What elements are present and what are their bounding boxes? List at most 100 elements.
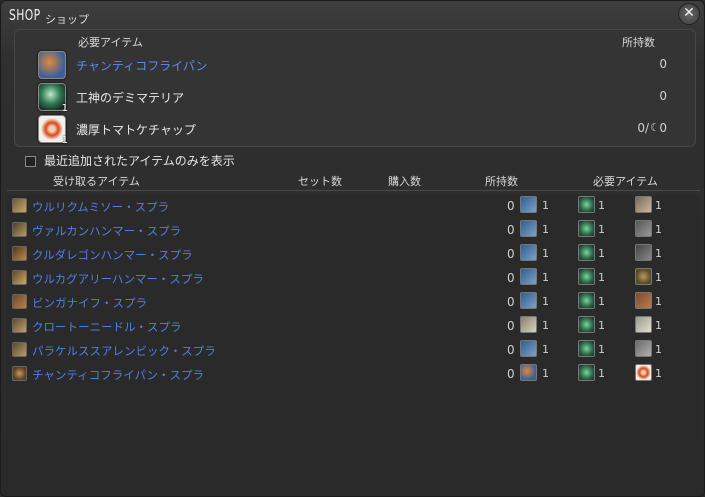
recent-filter[interactable]: 最近追加されたアイテムのみを表示 — [25, 152, 235, 169]
gear-icon — [635, 268, 652, 285]
mat-qty: 1 — [655, 295, 662, 308]
header-divider — [7, 190, 700, 191]
mat-qty: 1 — [598, 247, 605, 260]
required-item-name: 工神のデミマテリア — [76, 91, 185, 105]
column-owned: 所持数 — [485, 175, 518, 188]
mat-qty: 1 — [598, 223, 605, 236]
crafting-tool-icon — [520, 244, 537, 261]
required-item-row[interactable]: チャンティコフライパン 0 — [15, 50, 695, 80]
ketchup-icon: 1 — [38, 115, 68, 146]
materia-icon — [578, 292, 595, 309]
hammer-icon — [12, 222, 27, 237]
close-icon[interactable]: ✕ — [678, 3, 700, 25]
item-owned: 0 — [507, 223, 515, 237]
required-item-owned-hq: 0 — [659, 121, 667, 135]
required-item-qty: 1 — [61, 135, 68, 146]
crafting-tool-icon — [520, 220, 537, 237]
required-items-panel: 必要アイテム 所持数 チャンティコフライパン 0 1 工神のデミマテリア 0 1… — [14, 29, 696, 147]
list-item[interactable]: ウルリクムミソー・スプラ 0 1 1 1 — [7, 195, 700, 219]
hammer-icon — [12, 270, 27, 285]
mat-qty: 1 — [598, 271, 605, 284]
mat-qty: 1 — [542, 295, 549, 308]
recent-filter-checkbox[interactable] — [25, 156, 36, 167]
column-buy: 購入数 — [388, 175, 421, 188]
crafting-tool-icon — [520, 268, 537, 285]
item-name[interactable]: クロートーニードル・スプラ — [32, 319, 182, 335]
item-owned: 0 — [507, 247, 515, 261]
crafting-tool-icon — [520, 292, 537, 309]
item-owned: 0 — [507, 271, 515, 285]
needle-icon — [635, 316, 652, 333]
item-name[interactable]: パラケルススアレンビック・スプラ — [32, 343, 216, 359]
alembic-icon — [12, 342, 27, 357]
list-item[interactable]: クロートーニードル・スプラ 0 1 1 1 — [7, 315, 700, 339]
required-item-owned: 0 — [659, 89, 667, 103]
mat-qty: 1 — [598, 199, 605, 212]
saw-icon — [12, 198, 27, 213]
mat-qty: 1 — [598, 367, 605, 380]
list-item[interactable]: パラケルススアレンビック・スプラ 0 1 1 1 — [7, 339, 700, 363]
column-item: 受け取るアイテム — [53, 175, 140, 188]
mat-qty: 1 — [655, 343, 662, 356]
hammer-icon — [12, 246, 27, 261]
anvil-icon — [635, 244, 652, 261]
materia-icon — [578, 364, 595, 381]
recent-filter-label: 最近追加されたアイテムのみを表示 — [44, 154, 235, 168]
list-item[interactable]: ウルカグアリーハンマー・スプラ 0 1 1 1 — [7, 267, 700, 291]
shop-item-list: ウルリクムミソー・スプラ 0 1 1 1 ヴァルカンハンマー・スプラ 0 1 1… — [7, 195, 700, 491]
frying-pan-icon — [12, 366, 27, 381]
frying-pan-icon — [520, 364, 537, 381]
mat-qty: 1 — [655, 271, 662, 284]
list-item[interactable]: ヴァルカンハンマー・スプラ 0 1 1 1 — [7, 219, 700, 243]
required-item-row[interactable]: 1 濃厚トマトケチャップ 0/ ☾ 0 — [15, 114, 695, 146]
materia-icon: 1 — [38, 83, 68, 114]
mat-qty: 1 — [542, 271, 549, 284]
leather-icon — [635, 292, 652, 309]
crafting-tool-icon — [520, 340, 537, 357]
mat-qty: 1 — [655, 223, 662, 236]
mat-qty: 1 — [655, 367, 662, 380]
item-owned: 0 — [507, 295, 515, 309]
mat-qty: 1 — [655, 199, 662, 212]
mat-qty: 1 — [598, 295, 605, 308]
required-item-name: 濃厚トマトケチャップ — [76, 123, 196, 137]
crafting-tool-icon — [520, 196, 537, 213]
materia-icon — [578, 220, 595, 237]
mat-qty: 1 — [542, 247, 549, 260]
mat-qty: 1 — [598, 343, 605, 356]
column-set: セット数 — [298, 175, 342, 188]
materia-icon — [578, 268, 595, 285]
column-required: 必要アイテム — [593, 175, 658, 188]
list-item[interactable]: クルダレゴンハンマー・スプラ 0 1 1 1 — [7, 243, 700, 267]
hammer-icon — [635, 220, 652, 237]
item-name[interactable]: チャンティコフライパン・スプラ — [32, 367, 204, 383]
needle-icon — [12, 318, 27, 333]
list-item[interactable]: ビンガナイフ・スプラ 0 1 1 1 — [7, 291, 700, 315]
mat-qty: 1 — [542, 199, 549, 212]
required-item-name: チャンティコフライパン — [76, 59, 208, 73]
saw-icon — [635, 196, 652, 213]
frying-pan-icon — [38, 51, 66, 79]
mat-qty: 1 — [542, 223, 549, 236]
materia-icon — [578, 244, 595, 261]
mat-qty: 1 — [655, 247, 662, 260]
materia-icon — [578, 340, 595, 357]
list-item[interactable]: チャンティコフライパン・スプラ 0 1 1 1 — [7, 363, 700, 387]
title-bar: SHOP ショップ ✕ — [1, 1, 704, 29]
required-item-row[interactable]: 1 工神のデミマテリア 0 — [15, 82, 695, 114]
required-item-header: 必要アイテム — [78, 36, 143, 49]
item-name[interactable]: ビンガナイフ・スプラ — [32, 295, 147, 311]
item-owned: 0 — [507, 343, 515, 357]
item-name[interactable]: ウルリクムミソー・スプラ — [32, 199, 169, 215]
knife-icon — [12, 294, 27, 309]
rod-icon — [635, 340, 652, 357]
required-item-owned: 0/ — [637, 121, 649, 135]
item-name[interactable]: クルダレゴンハンマー・スプラ — [32, 247, 193, 263]
ketchup-icon — [635, 364, 652, 381]
item-name[interactable]: ウルカグアリーハンマー・スプラ — [32, 271, 204, 287]
window-subtitle: ショップ — [45, 13, 89, 26]
spool-icon — [520, 316, 537, 333]
required-item-owned: 0 — [659, 57, 667, 71]
item-name[interactable]: ヴァルカンハンマー・スプラ — [32, 223, 181, 239]
mat-qty: 1 — [542, 367, 549, 380]
